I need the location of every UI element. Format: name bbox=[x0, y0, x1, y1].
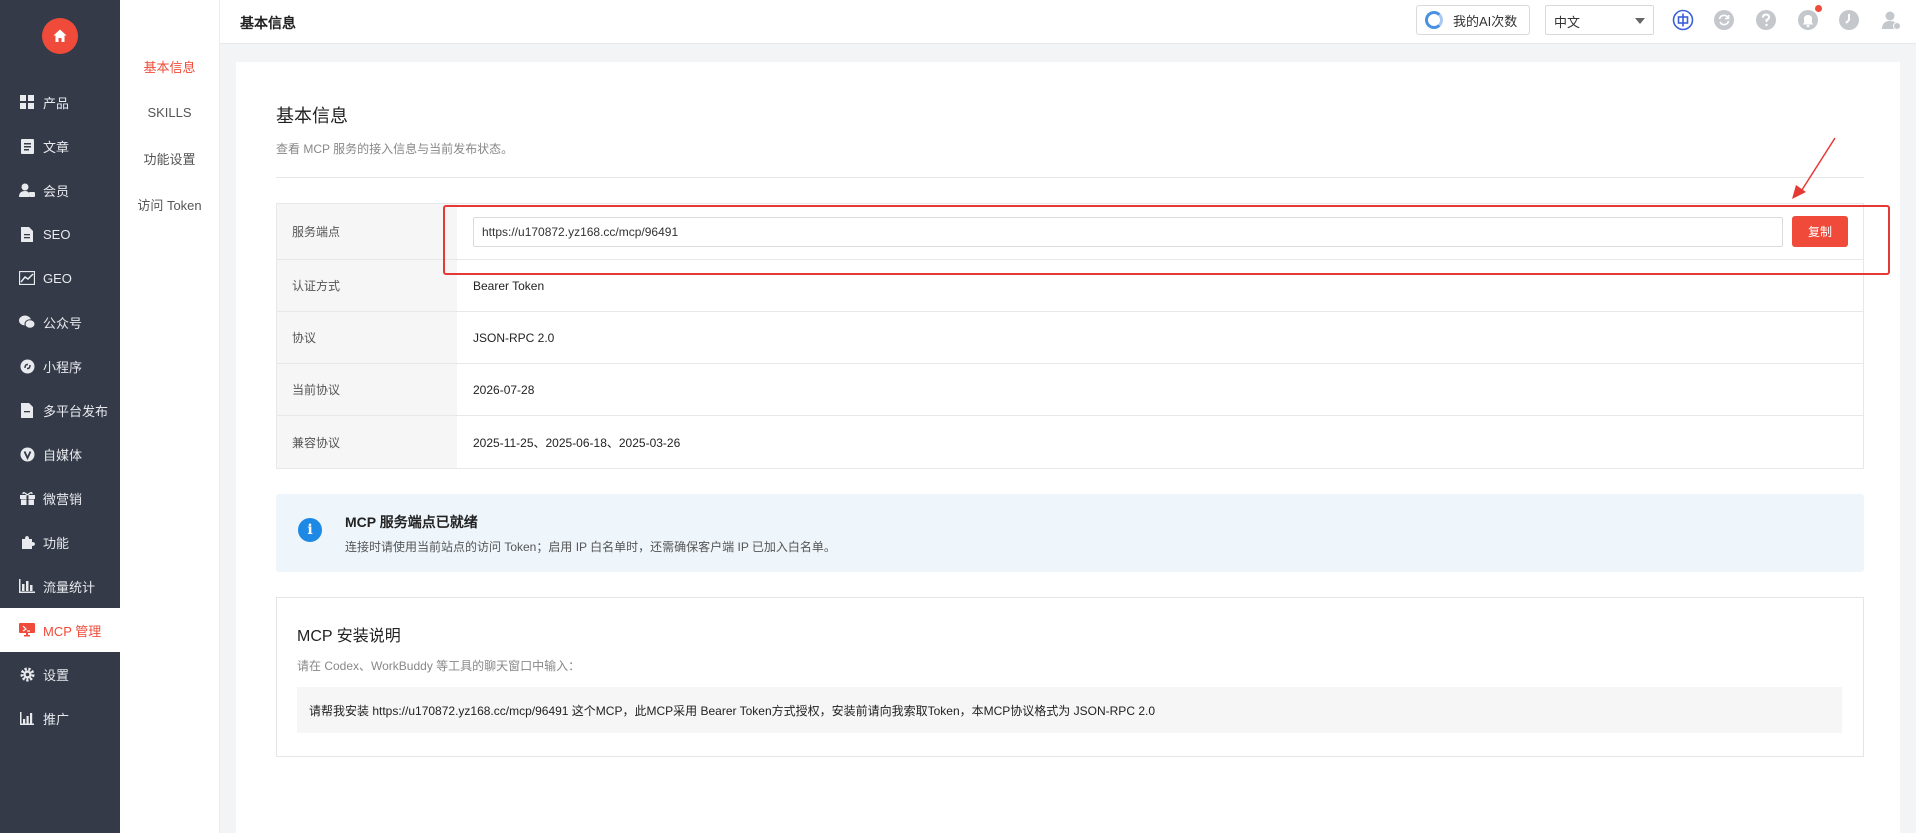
section-description: 查看 MCP 服务的接入信息与当前发布状态。 bbox=[276, 142, 514, 156]
file-send-icon bbox=[19, 402, 35, 418]
page-title: 基本信息 bbox=[240, 15, 296, 31]
home-button[interactable] bbox=[42, 18, 78, 54]
submenu-item-skills[interactable]: SKILLS bbox=[120, 89, 219, 135]
notification-bell-icon[interactable] bbox=[1797, 5, 1822, 31]
sidebar-item-label: GEO bbox=[43, 270, 72, 286]
row-label: 认证方式 bbox=[277, 260, 457, 311]
annotation-highlight-box bbox=[443, 205, 1890, 275]
install-title: MCP 安装说明 bbox=[297, 628, 401, 645]
info-notice: i MCP 服务端点已就绪 连接时请使用当前站点的访问 Token；启用 IP … bbox=[276, 494, 1864, 572]
table-row-current-protocol: 当前协议 2026-07-28 bbox=[277, 364, 1863, 416]
sidebar-item-label: 流量统计 bbox=[43, 579, 96, 595]
notice-text: 连接时请使用当前站点的访问 Token；启用 IP 白名单时，还需确保客户端 I… bbox=[345, 540, 836, 554]
section-title: 基本信息 bbox=[276, 106, 348, 126]
table-row-compatible-protocol: 兼容协议 2025-11-25、2025-06-18、2025-03-26 bbox=[277, 416, 1863, 468]
chart-line-icon bbox=[19, 270, 35, 286]
v-badge-icon bbox=[19, 446, 35, 462]
clock-icon[interactable] bbox=[1838, 9, 1860, 31]
language-select[interactable]: 中文 bbox=[1545, 5, 1654, 35]
bar-chart-icon bbox=[19, 578, 35, 594]
main-sidebar: 产品 文章 会员 SEO GEO 公众号 小程序 多平台发布 自媒体 微营销 功… bbox=[0, 0, 120, 833]
row-value: JSON-RPC 2.0 bbox=[473, 330, 555, 345]
row-value: 2026-07-28 bbox=[473, 382, 535, 397]
file-icon bbox=[19, 226, 35, 242]
table-row-protocol: 协议 JSON-RPC 2.0 bbox=[277, 312, 1863, 364]
document-icon bbox=[19, 138, 35, 154]
secondary-menu: 基本信息 SKILLS 功能设置 访问 Token bbox=[120, 0, 220, 833]
sidebar-item-products[interactable]: 产品 bbox=[0, 80, 120, 124]
info-icon: i bbox=[298, 518, 322, 542]
sidebar-item-traffic-stats[interactable]: 流量统计 bbox=[0, 564, 120, 608]
sidebar-item-label: 产品 bbox=[43, 95, 70, 111]
help-icon[interactable] bbox=[1755, 9, 1777, 31]
language-value: 中文 bbox=[1554, 15, 1581, 30]
user-lock-icon bbox=[19, 182, 35, 198]
grid-icon bbox=[19, 94, 35, 110]
sidebar-item-settings[interactable]: 设置 bbox=[0, 652, 120, 696]
sidebar-item-label: MCP 管理 bbox=[43, 623, 102, 639]
sidebar-item-mini-program[interactable]: 小程序 bbox=[0, 344, 120, 388]
submenu-item-access-token[interactable]: 访问 Token bbox=[120, 181, 219, 227]
sidebar-item-label: 功能 bbox=[43, 535, 70, 551]
sidebar-item-features[interactable]: 功能 bbox=[0, 520, 120, 564]
annotation-arrow-icon bbox=[1792, 137, 1836, 199]
sidebar-item-label: 会员 bbox=[43, 183, 70, 199]
sidebar-item-label: SEO bbox=[43, 226, 71, 242]
sidebar-item-micro-marketing[interactable]: 微营销 bbox=[0, 476, 120, 520]
ai-usage-label: 我的AI次数 bbox=[1453, 13, 1518, 29]
sidebar-item-label: 多平台发布 bbox=[43, 403, 109, 419]
sidebar-item-label: 文章 bbox=[43, 139, 70, 155]
ai-usage-button[interactable]: 我的AI次数 bbox=[1416, 5, 1530, 35]
row-value: 2025-11-25、2025-06-18、2025-03-26 bbox=[473, 435, 681, 450]
sidebar-item-articles[interactable]: 文章 bbox=[0, 124, 120, 168]
refresh-icon[interactable] bbox=[1713, 9, 1735, 31]
sidebar-item-label: 小程序 bbox=[43, 359, 83, 375]
submenu-item-basic-info[interactable]: 基本信息 bbox=[120, 43, 219, 89]
user-account-icon[interactable] bbox=[1880, 9, 1902, 31]
row-label: 当前协议 bbox=[277, 364, 457, 415]
sidebar-item-members[interactable]: 会员 bbox=[0, 168, 120, 212]
sidebar-item-wechat[interactable]: 公众号 bbox=[0, 300, 120, 344]
monitor-icon bbox=[19, 622, 35, 638]
home-icon bbox=[53, 29, 67, 42]
gear-icon bbox=[19, 666, 35, 682]
row-label: 兼容协议 bbox=[277, 416, 457, 468]
sidebar-item-label: 公众号 bbox=[43, 315, 83, 331]
install-command-text: 请帮我安装 https://u170872.yz168.cc/mcp/96491… bbox=[309, 703, 1155, 718]
row-label: 服务端点 bbox=[277, 204, 457, 259]
notice-title: MCP 服务端点已就绪 bbox=[345, 514, 478, 530]
puzzle-icon bbox=[19, 534, 35, 550]
notification-badge bbox=[1815, 5, 1822, 12]
sidebar-item-label: 自媒体 bbox=[43, 447, 83, 463]
gift-icon bbox=[19, 490, 35, 506]
wechat-icon bbox=[19, 314, 35, 330]
sidebar-item-multi-publish[interactable]: 多平台发布 bbox=[0, 388, 120, 432]
sidebar-item-label: 推广 bbox=[43, 711, 70, 727]
main-content-card: 基本信息 查看 MCP 服务的接入信息与当前发布状态。 服务端点 https:/… bbox=[236, 62, 1900, 833]
chinese-toggle-icon[interactable] bbox=[1672, 9, 1694, 31]
sidebar-item-seo[interactable]: SEO bbox=[0, 212, 120, 256]
sidebar-item-promotion[interactable]: 推广 bbox=[0, 696, 120, 740]
chevron-down-icon bbox=[1635, 18, 1645, 24]
install-description: 请在 Codex、WorkBuddy 等工具的聊天窗口中输入： bbox=[297, 659, 581, 673]
sidebar-item-geo[interactable]: GEO bbox=[0, 256, 120, 300]
section-divider bbox=[276, 177, 1864, 178]
sidebar-item-label: 微营销 bbox=[43, 491, 83, 507]
sidebar-item-label: 设置 bbox=[43, 667, 70, 683]
ai-ring-icon bbox=[1425, 11, 1443, 29]
row-label: 协议 bbox=[277, 312, 457, 363]
top-bar: 基本信息 我的AI次数 中文 bbox=[220, 0, 1916, 44]
install-command-box[interactable]: 请帮我安装 https://u170872.yz168.cc/mcp/96491… bbox=[297, 687, 1842, 733]
install-instructions: MCP 安装说明 请在 Codex、WorkBuddy 等工具的聊天窗口中输入：… bbox=[276, 597, 1864, 757]
sidebar-item-mcp-management[interactable]: MCP 管理 bbox=[0, 608, 120, 652]
stats-icon bbox=[19, 710, 35, 726]
mini-program-icon bbox=[19, 358, 35, 374]
sidebar-item-self-media[interactable]: 自媒体 bbox=[0, 432, 120, 476]
submenu-item-feature-settings[interactable]: 功能设置 bbox=[120, 135, 219, 181]
